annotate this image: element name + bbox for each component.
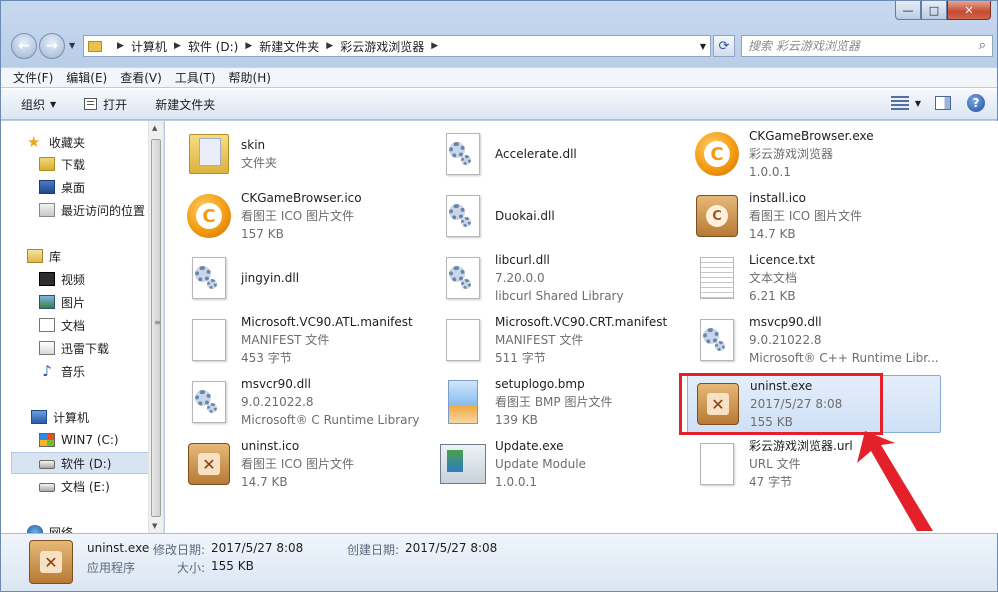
- downloads-folder-icon: [39, 157, 55, 171]
- chevron-right-icon[interactable]: ▶: [326, 41, 333, 51]
- chevron-right-icon[interactable]: ▶: [431, 41, 438, 51]
- nav-music[interactable]: ♪ 音乐: [39, 360, 163, 382]
- open-button[interactable]: 打开: [84, 96, 127, 113]
- details-modified-label: 修改日期:: [153, 543, 206, 557]
- breadcrumb-current-folder[interactable]: 彩云游戏浏览器: [340, 38, 424, 55]
- video-library-icon: [39, 272, 55, 286]
- address-row: ← → ▼ ▶ 计算机 ▶ 软件 (D:) ▶ 新建文件夹 ▶ 彩云游戏浏览器 ▶ ▼ …: [7, 31, 993, 61]
- nav-thunder-downloads[interactable]: 迅雷下载: [39, 337, 163, 359]
- picture-library-icon: [39, 295, 55, 309]
- menu-edit[interactable]: 编辑(E): [66, 69, 107, 86]
- open-label: 打开: [103, 97, 128, 112]
- music-note-icon: ♪: [42, 362, 52, 380]
- menu-file[interactable]: 文件(F): [13, 69, 53, 86]
- refresh-icon: ⟳: [718, 38, 730, 54]
- document-library-icon: [39, 318, 55, 332]
- preview-pane-icon[interactable]: [935, 96, 951, 110]
- chevron-down-icon: ▼: [50, 99, 57, 109]
- help-icon[interactable]: ?: [967, 94, 985, 112]
- open-icon: [84, 98, 98, 110]
- nav-drive-d[interactable]: 软件 (D:): [11, 452, 158, 474]
- new-folder-button[interactable]: 新建文件夹: [155, 96, 215, 113]
- file-list: skin 文件夹 Accelerate.dll C CKGameBrowser.e…: [165, 121, 998, 533]
- nav-drive-c[interactable]: WIN7 (C:): [39, 429, 163, 451]
- address-bar[interactable]: ▶ 计算机 ▶ 软件 (D:) ▶ 新建文件夹 ▶ 彩云游戏浏览器 ▶ ▼: [83, 35, 711, 57]
- view-options-icon[interactable]: [890, 96, 909, 110]
- chevron-right-icon[interactable]: ▶: [117, 41, 124, 51]
- nav-scrollbar[interactable]: ▲ ≡ ▼: [148, 121, 163, 533]
- new-folder-label: 新建文件夹: [155, 97, 216, 112]
- chevron-right-icon[interactable]: ▶: [245, 41, 252, 51]
- organize-label: 组织: [21, 97, 46, 112]
- computer-icon: [31, 410, 47, 424]
- details-size-value: 155 KB: [211, 559, 254, 573]
- nav-drive-e[interactable]: 文档 (E:): [39, 475, 163, 497]
- chevron-right-icon[interactable]: ▶: [174, 41, 181, 51]
- windows-drive-icon: [39, 433, 55, 447]
- nav-pictures[interactable]: 图片: [39, 291, 163, 313]
- details-file-type: 应用程序: [87, 561, 136, 575]
- annotation-arrow-shape: [857, 431, 933, 531]
- search-icon[interactable]: ⌕: [979, 38, 986, 53]
- breadcrumb-drive-d[interactable]: 软件 (D:): [188, 38, 238, 55]
- hard-drive-icon: [39, 460, 55, 469]
- breadcrumb-new-folder[interactable]: 新建文件夹: [259, 38, 319, 55]
- forward-arrow-icon: →: [46, 38, 58, 54]
- network-icon: [27, 525, 43, 533]
- nav-libraries[interactable]: 库: [27, 245, 163, 267]
- nav-computer[interactable]: 计算机: [31, 406, 163, 428]
- navigation-pane: ★ 收藏夹 下载 桌面 最近访问的位置 库 视频 图片 文档 迅雷下载 ♪ 音乐…: [1, 121, 164, 533]
- menu-view[interactable]: 查看(V): [120, 69, 162, 86]
- view-dropdown-icon[interactable]: ▼: [915, 99, 921, 108]
- scroll-up-icon[interactable]: ▲: [152, 124, 157, 132]
- caption-buttons: — □ ✕: [895, 1, 991, 21]
- desktop-icon: [39, 180, 55, 194]
- refresh-button[interactable]: ⟳: [713, 35, 735, 57]
- nav-videos[interactable]: 视频: [39, 268, 163, 290]
- menu-help[interactable]: 帮助(H): [229, 69, 271, 86]
- uninstall-box-icon: ✕: [29, 540, 73, 584]
- nav-downloads[interactable]: 下载: [39, 153, 163, 175]
- nav-scrollbar-thumb[interactable]: ≡: [151, 139, 161, 517]
- star-icon: ★: [27, 133, 41, 151]
- library-icon: [27, 249, 43, 263]
- back-button[interactable]: ←: [11, 33, 37, 59]
- search-box[interactable]: ⌕: [741, 35, 993, 57]
- minimize-button[interactable]: —: [895, 1, 921, 20]
- nav-favorites[interactable]: ★ 收藏夹: [27, 131, 163, 153]
- grip-icon: ≡: [154, 318, 161, 327]
- back-arrow-icon: ←: [18, 38, 30, 54]
- nav-desktop[interactable]: 桌面: [39, 176, 163, 198]
- nav-recent-places[interactable]: 最近访问的位置: [39, 199, 163, 221]
- details-pane: ✕ uninst.exe 应用程序 修改日期: 2017/5/27 8:08 大…: [1, 533, 997, 591]
- menu-tools[interactable]: 工具(T): [175, 69, 216, 86]
- explorer-window: — □ ✕ ← → ▼ ▶ 计算机 ▶ 软件 (D:) ▶ 新建文件夹 ▶ 彩云游戏浏览…: [0, 0, 998, 592]
- nav-network[interactable]: 网络: [27, 521, 163, 533]
- nav-documents[interactable]: 文档: [39, 314, 163, 336]
- recent-places-icon: [39, 203, 55, 217]
- details-created-value: 2017/5/27 8:08: [405, 541, 498, 555]
- thunder-download-icon: [39, 341, 55, 355]
- details-created-label: 创建日期:: [347, 543, 400, 557]
- close-button[interactable]: ✕: [947, 1, 991, 20]
- maximize-button[interactable]: □: [921, 1, 947, 20]
- organize-button[interactable]: 组织 ▼: [21, 96, 56, 113]
- command-bar: 组织 ▼ 打开 新建文件夹 ▼ ?: [1, 88, 997, 120]
- details-modified-value: 2017/5/27 8:08: [211, 541, 304, 555]
- details-file-name: uninst.exe: [87, 541, 150, 555]
- history-dropdown-icon[interactable]: ▼: [69, 41, 75, 50]
- scroll-down-icon[interactable]: ▼: [152, 522, 157, 530]
- address-dropdown-icon[interactable]: ▼: [700, 42, 706, 51]
- annotation-arrow: [857, 431, 933, 531]
- hard-drive-icon: [39, 483, 55, 492]
- forward-button[interactable]: →: [39, 33, 65, 59]
- details-size-label: 大小:: [177, 561, 206, 575]
- breadcrumb-computer[interactable]: 计算机: [131, 38, 167, 55]
- menu-bar: 文件(F) 编辑(E) 查看(V) 工具(T) 帮助(H): [1, 67, 997, 87]
- folder-icon: [88, 40, 102, 52]
- search-input[interactable]: [748, 39, 958, 53]
